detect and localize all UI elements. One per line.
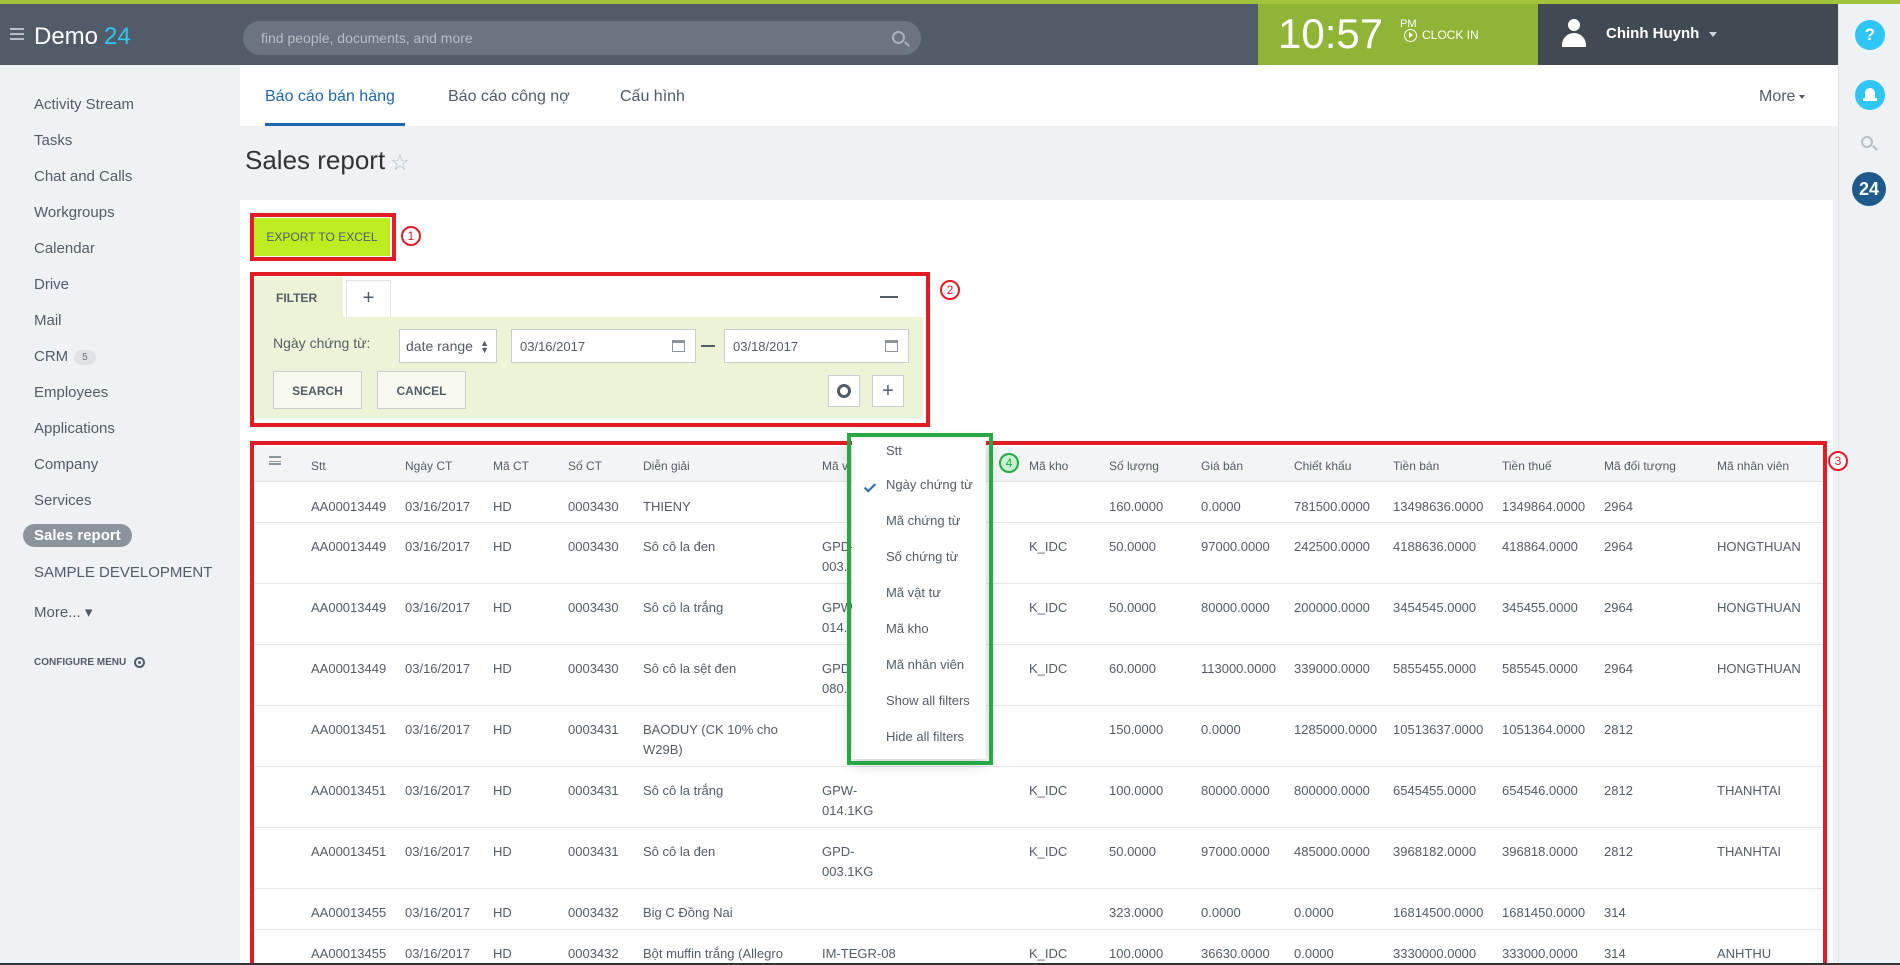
date-to-value: 03/18/2017 xyxy=(733,339,799,354)
filter-settings-button[interactable] xyxy=(828,375,860,407)
sidebar-item-workgroups[interactable]: Workgroups xyxy=(34,204,115,221)
play-icon xyxy=(1404,28,1417,42)
sidebar-item-sample-development[interactable]: SAMPLE DEVELOPMENT xyxy=(34,564,212,581)
date-range-dash xyxy=(701,345,715,347)
date-range-value: date range xyxy=(406,338,473,354)
tab-more[interactable]: More xyxy=(1759,88,1806,106)
filter-tabs: FILTER + xyxy=(255,277,923,317)
annotation-box-3 xyxy=(250,441,1827,965)
select-arrows-icon: ▲ ▼ xyxy=(480,338,489,355)
minimize-filter-icon[interactable] xyxy=(880,296,898,298)
sidebar-item-employees[interactable]: Employees xyxy=(34,384,108,401)
time-clock: 10:57 PM CLOCK IN xyxy=(1258,4,1538,65)
cancel-button[interactable]: CANCEL xyxy=(377,371,466,409)
sidebar-item-services[interactable]: Services xyxy=(34,492,92,509)
sidebar-item-applications[interactable]: Applications xyxy=(34,420,115,437)
rail-search-icon[interactable] xyxy=(1861,136,1873,148)
left-sidebar: Activity Stream Tasks Chat and Calls Wor… xyxy=(0,65,240,965)
tab-bao-cao-ban-hang[interactable]: Báo cáo bán hàng xyxy=(265,88,395,106)
filter-field-label: Ngày chứng từ: xyxy=(273,335,371,351)
date-range-select[interactable]: date range ▲ ▼ xyxy=(399,329,497,363)
sidebar-item-company[interactable]: Company xyxy=(34,456,98,473)
sidebar-item-activity-stream[interactable]: Activity Stream xyxy=(34,96,134,113)
date-from-field[interactable]: 03/16/2017 xyxy=(511,329,696,363)
add-filter-tab-button[interactable]: + xyxy=(346,280,391,317)
sidebar-item-crm[interactable]: CRM 5 xyxy=(34,348,96,365)
sidebar-item-more[interactable]: More... ▾ xyxy=(34,603,92,621)
hamburger-menu-icon[interactable] xyxy=(10,28,24,40)
sidebar-item-calendar[interactable]: Calendar xyxy=(34,240,95,257)
logo-number: 24 xyxy=(104,23,131,50)
user-avatar-icon xyxy=(1562,19,1586,49)
sidebar-item-label: CRM xyxy=(34,348,69,365)
tab-cau-hinh[interactable]: Cấu hình xyxy=(620,88,685,106)
annotation-marker-2: 2 xyxy=(940,280,960,300)
configure-menu-label: CONFIGURE MENU xyxy=(34,657,127,668)
app-logo[interactable]: Demo 24 xyxy=(34,23,131,51)
date-from-value: 03/16/2017 xyxy=(520,339,586,354)
search-icon[interactable] xyxy=(892,31,905,44)
date-to-field[interactable]: 03/18/2017 xyxy=(724,329,909,363)
add-field-button[interactable]: + xyxy=(872,375,904,407)
search-button[interactable]: SEARCH xyxy=(273,371,362,409)
sidebar-item-sales-report[interactable]: Sales report xyxy=(23,524,132,547)
clock-time: 10:57 xyxy=(1278,10,1384,57)
clock-in-label: CLOCK IN xyxy=(1422,28,1479,42)
sidebar-item-tasks[interactable]: Tasks xyxy=(34,132,72,149)
annotation-marker-1: 1 xyxy=(401,226,421,246)
calendar-icon[interactable] xyxy=(672,340,685,352)
annotation-marker-3: 3 xyxy=(1828,451,1848,471)
gear-icon xyxy=(837,384,851,398)
export-to-excel-button[interactable]: EXPORT TO EXCEL xyxy=(254,218,390,256)
user-menu[interactable]: Chinh Huynh xyxy=(1538,4,1838,65)
favorite-star-icon[interactable]: ☆ xyxy=(390,150,410,176)
filter-body: Ngày chứng từ: date range ▲ ▼ 03/16/2017 0… xyxy=(255,317,923,418)
report-tabs: Báo cáo bán hàng Báo cáo công nợ Cấu hìn… xyxy=(240,65,1838,126)
clock-in-button[interactable]: CLOCK IN xyxy=(1404,28,1479,42)
notifications-bell-icon[interactable] xyxy=(1855,80,1885,110)
chevron-down-icon xyxy=(1799,94,1806,99)
user-name: Chinh Huynh xyxy=(1606,25,1700,42)
sidebar-item-mail[interactable]: Mail xyxy=(34,312,62,329)
right-rail: ? 24 xyxy=(1838,4,1900,965)
plus-icon: + xyxy=(882,380,894,402)
annotation-box-4 xyxy=(847,433,993,765)
help-button[interactable]: ? xyxy=(1855,20,1885,50)
annotation-marker-4: 4 xyxy=(999,453,1019,473)
filter-tab[interactable]: FILTER xyxy=(255,277,343,317)
global-search xyxy=(243,21,921,55)
tab-bao-cao-cong-no[interactable]: Báo cáo công nợ xyxy=(448,88,570,106)
crm-count-badge: 5 xyxy=(74,349,96,365)
sidebar-item-drive[interactable]: Drive xyxy=(34,276,69,293)
page-title: Sales report xyxy=(245,145,386,175)
tab-more-label: More xyxy=(1759,88,1796,105)
filter-panel: FILTER + Ngày chứng từ: date range ▲ ▼ 03/… xyxy=(255,277,923,418)
search-input[interactable] xyxy=(261,29,861,47)
bitrix24-badge[interactable]: 24 xyxy=(1852,172,1886,206)
chevron-down-icon xyxy=(1709,32,1717,37)
configure-menu-button[interactable]: CONFIGURE MENU xyxy=(34,657,146,668)
calendar-icon[interactable] xyxy=(885,340,898,352)
gear-icon xyxy=(134,657,146,668)
sidebar-item-chat-and-calls[interactable]: Chat and Calls xyxy=(34,168,132,185)
active-tab-underline xyxy=(265,123,405,126)
logo-name: Demo xyxy=(34,23,99,50)
